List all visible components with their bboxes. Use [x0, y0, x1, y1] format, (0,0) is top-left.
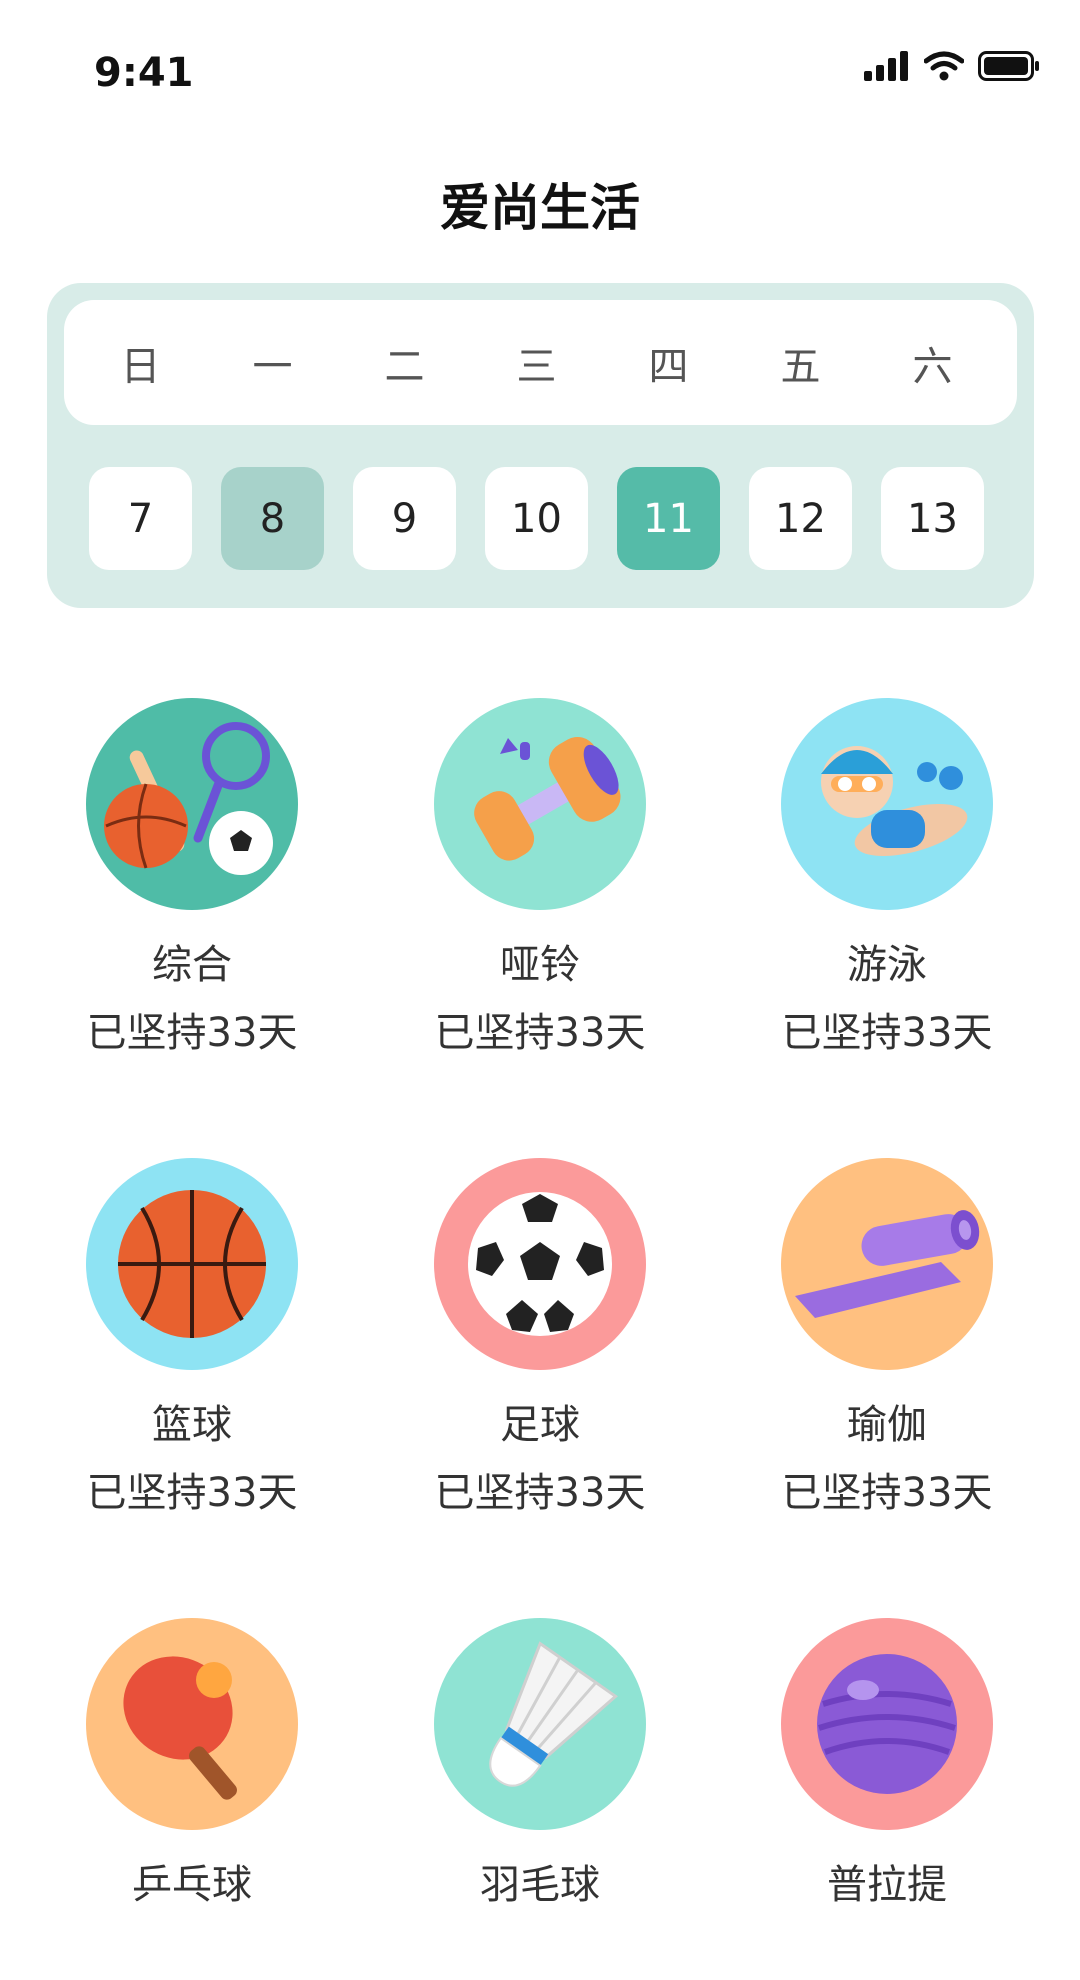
weekday-mon: 一	[252, 343, 293, 390]
sport-item-pilates[interactable]: 普拉提	[737, 1618, 1037, 1980]
weekday-thu: 四	[648, 343, 689, 390]
weekday-sun: 日	[120, 343, 161, 390]
sport-name: 瑜伽	[847, 1402, 927, 1448]
shuttlecock-icon	[434, 1618, 646, 1830]
sport-item-swimming[interactable]: 游泳 已坚持33天	[737, 698, 1037, 1060]
date-cell-highlighted[interactable]: 8	[221, 467, 324, 570]
sport-days: 已坚持33天	[434, 1470, 646, 1516]
wifi-icon	[923, 51, 965, 85]
week-calendar: 日 一 二 三 四 五 六 7 8 9 10 11 12 13	[47, 283, 1034, 608]
sport-item-yoga[interactable]: 瑜伽 已坚持33天	[737, 1158, 1037, 1520]
sport-days: 已坚持33天	[434, 1010, 646, 1056]
multi-sport-icon	[86, 698, 298, 910]
dumbbell-icon	[434, 698, 646, 910]
date-cell[interactable]: 12	[749, 467, 852, 570]
sport-item-badminton[interactable]: 羽毛球	[390, 1618, 690, 1980]
signal-icon	[864, 51, 910, 85]
sport-name: 足球	[500, 1402, 580, 1448]
weekday-sat: 六	[912, 343, 953, 390]
sport-days	[42, 1926, 342, 1980]
yoga-mat-icon	[781, 1158, 993, 1370]
pilates-ball-icon	[781, 1618, 993, 1830]
sport-name: 篮球	[152, 1402, 232, 1448]
weekday-wed: 三	[516, 343, 557, 390]
sport-days	[737, 1926, 1037, 1980]
sport-days: 已坚持33天	[86, 1470, 298, 1516]
weekday-tue: 二	[384, 343, 425, 390]
sport-item-basketball[interactable]: 篮球 已坚持33天	[42, 1158, 342, 1520]
date-cell[interactable]: 9	[353, 467, 456, 570]
ping-pong-icon	[86, 1618, 298, 1830]
date-cell[interactable]: 7	[89, 467, 192, 570]
status-time: 9:41	[94, 50, 194, 96]
sport-days: 已坚持33天	[781, 1470, 993, 1516]
date-cell-active[interactable]: 11	[617, 467, 720, 570]
status-icons	[864, 48, 1040, 88]
sport-days: 已坚持33天	[781, 1010, 993, 1056]
sport-name: 游泳	[847, 942, 927, 988]
swimmer-icon	[781, 698, 993, 910]
sport-item-soccer[interactable]: 足球 已坚持33天	[390, 1158, 690, 1520]
sport-days: 已坚持33天	[86, 1010, 298, 1056]
basketball-icon	[86, 1158, 298, 1370]
date-cell[interactable]: 10	[485, 467, 588, 570]
sport-item-dumbbell[interactable]: 哑铃 已坚持33天	[390, 698, 690, 1060]
weekday-header: 日 一 二 三 四 五 六	[64, 300, 1017, 425]
weekday-fri: 五	[780, 343, 821, 390]
battery-icon	[978, 51, 1040, 85]
soccer-ball-icon	[434, 1158, 646, 1370]
sport-name: 乒乓球	[132, 1862, 252, 1908]
sport-item-multi[interactable]: 综合 已坚持33天	[42, 698, 342, 1060]
status-bar: 9:41	[0, 0, 1080, 150]
sport-name: 普拉提	[827, 1862, 947, 1908]
sport-name: 羽毛球	[480, 1862, 600, 1908]
sport-name: 哑铃	[500, 942, 580, 988]
page-title: 爱尚生活	[440, 179, 640, 237]
sport-item-pingpong[interactable]: 乒乓球	[42, 1618, 342, 1980]
date-cell[interactable]: 13	[881, 467, 984, 570]
sport-days	[390, 1926, 690, 1980]
sport-name: 综合	[152, 942, 232, 988]
